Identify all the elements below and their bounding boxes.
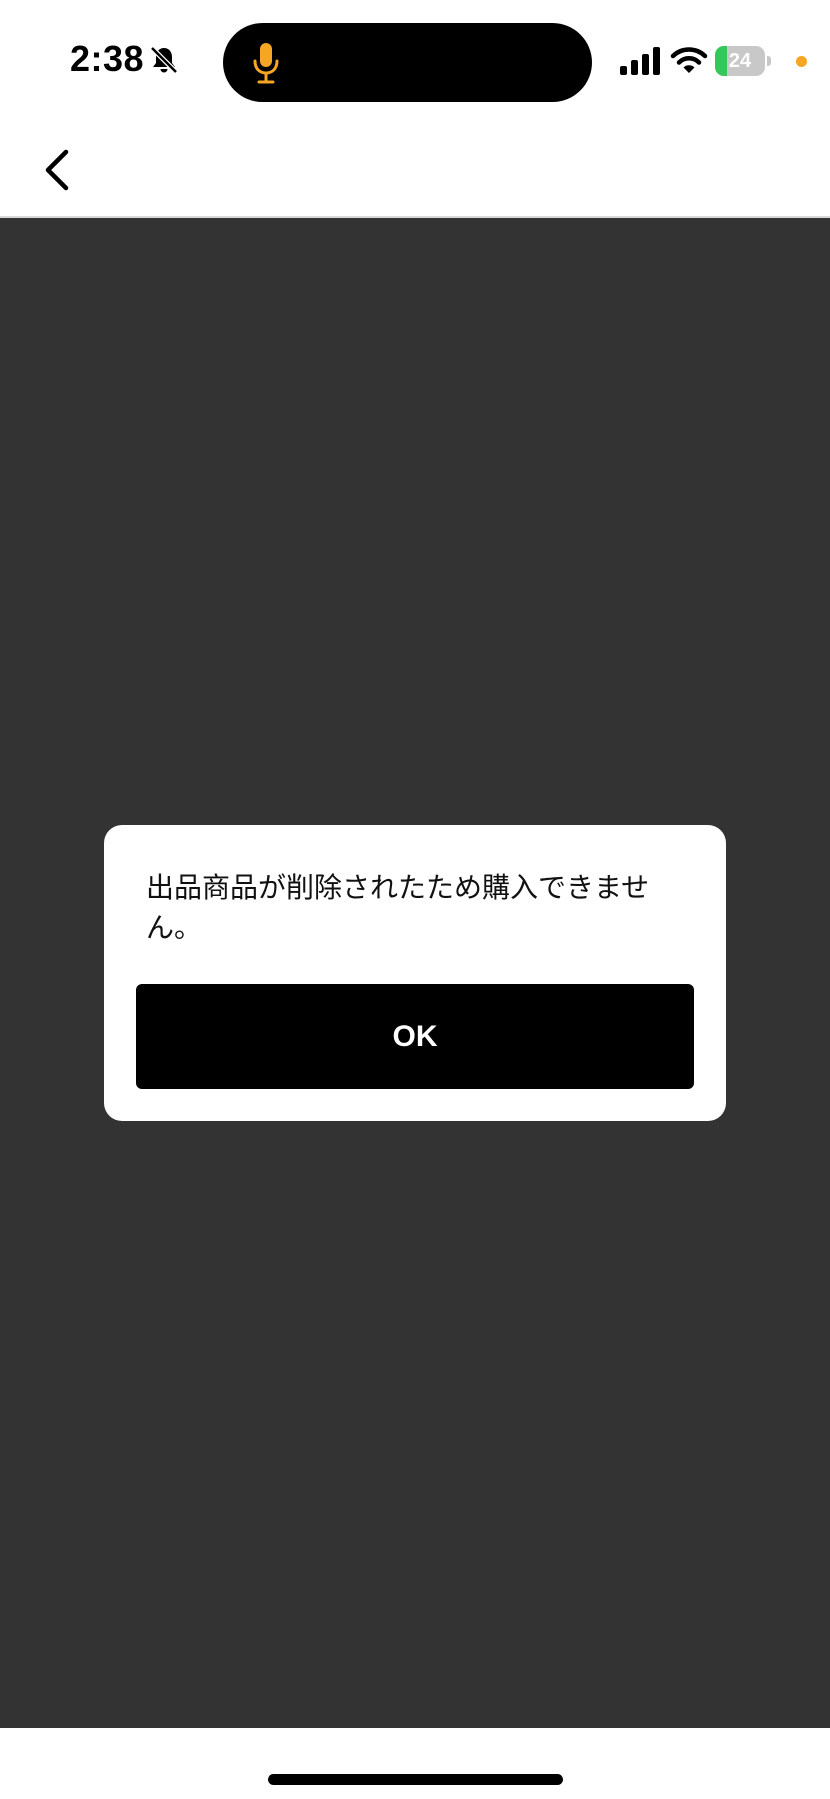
chevron-left-icon <box>45 149 69 191</box>
nav-bar <box>0 120 830 218</box>
ok-button[interactable]: OK <box>136 984 694 1089</box>
battery-body: 24 <box>715 46 765 76</box>
dynamic-island <box>223 23 592 102</box>
alert-dialog: 出品商品が削除されたため購入できません。 OK <box>104 825 726 1121</box>
battery-cap <box>767 56 771 66</box>
status-time: 2:38 <box>70 38 145 79</box>
dialog-message: 出品商品が削除されたため購入できません。 <box>146 871 650 944</box>
status-bar: 2:38 24 <box>0 0 830 120</box>
cellular-signal-icon <box>619 46 661 76</box>
battery-charging-icon: 24 <box>715 46 771 76</box>
wifi-icon <box>670 44 708 76</box>
back-button[interactable] <box>30 140 90 200</box>
bottom-bar <box>0 1728 830 1799</box>
home-indicator[interactable] <box>268 1774 563 1785</box>
screen: 2:38 24 出品商品が削除されたため購入できません。 OK <box>0 0 830 1799</box>
battery-level: 24 <box>728 50 752 72</box>
microphone-icon <box>251 41 281 85</box>
bell-slash-icon <box>148 44 180 76</box>
privacy-indicator-dot <box>796 56 807 67</box>
